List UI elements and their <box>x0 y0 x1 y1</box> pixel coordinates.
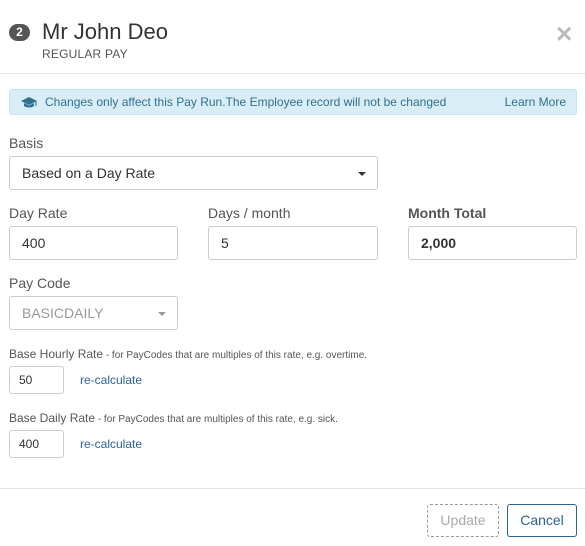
basis-select[interactable]: Based on a Day Rate <box>9 156 378 190</box>
chevron-down-icon <box>358 172 366 176</box>
update-button[interactable]: Update <box>427 504 499 537</box>
pay-code-label: Pay Code <box>9 275 71 291</box>
base-daily-rate-note: - for PayCodes that are multiples of thi… <box>95 414 338 425</box>
month-total-field: 2,000 <box>408 226 577 260</box>
base-hourly-rate-label: Base Hourly Rate - for PayCodes that are… <box>9 347 367 361</box>
month-total-label: Month Total <box>408 205 487 221</box>
days-month-input[interactable]: 5 <box>208 226 378 260</box>
modal-header: 2 Mr John Deo REGULAR PAY × <box>0 0 585 74</box>
learn-more-link[interactable]: Learn More <box>505 95 566 109</box>
recalculate-hourly-link[interactable]: re-calculate <box>80 373 142 387</box>
cancel-button[interactable]: Cancel <box>507 504 577 537</box>
base-daily-rate-input[interactable]: 400 <box>9 430 64 458</box>
pay-type-subtitle: REGULAR PAY <box>42 47 128 61</box>
base-daily-rate-title: Base Daily Rate <box>9 411 96 425</box>
step-badge: 2 <box>9 24 30 41</box>
days-month-label: Days / month <box>208 205 291 221</box>
pay-code-select: BASICDAILY <box>9 296 178 330</box>
recalculate-daily-link[interactable]: re-calculate <box>80 437 142 451</box>
info-alert: Changes only affect this Pay Run.The Emp… <box>9 89 577 115</box>
day-rate-input[interactable]: 400 <box>9 226 178 260</box>
base-hourly-rate-note: - for PayCodes that are multiples of thi… <box>103 350 368 361</box>
employee-name: Mr John Deo <box>42 19 168 44</box>
pay-code-select-value: BASICDAILY <box>22 305 104 321</box>
base-daily-rate-label: Base Daily Rate - for PayCodes that are … <box>9 411 338 425</box>
graduation-cap-icon <box>21 97 37 108</box>
base-hourly-rate-input[interactable]: 50 <box>9 366 64 394</box>
alert-message: Changes only affect this Pay Run.The Emp… <box>45 95 447 109</box>
close-icon[interactable]: × <box>556 20 572 48</box>
day-rate-label: Day Rate <box>9 205 68 221</box>
basis-label: Basis <box>9 135 44 151</box>
base-hourly-rate-title: Base Hourly Rate <box>9 347 104 361</box>
footer-divider <box>0 488 585 489</box>
chevron-down-icon <box>158 312 166 316</box>
basis-select-value: Based on a Day Rate <box>22 165 156 181</box>
